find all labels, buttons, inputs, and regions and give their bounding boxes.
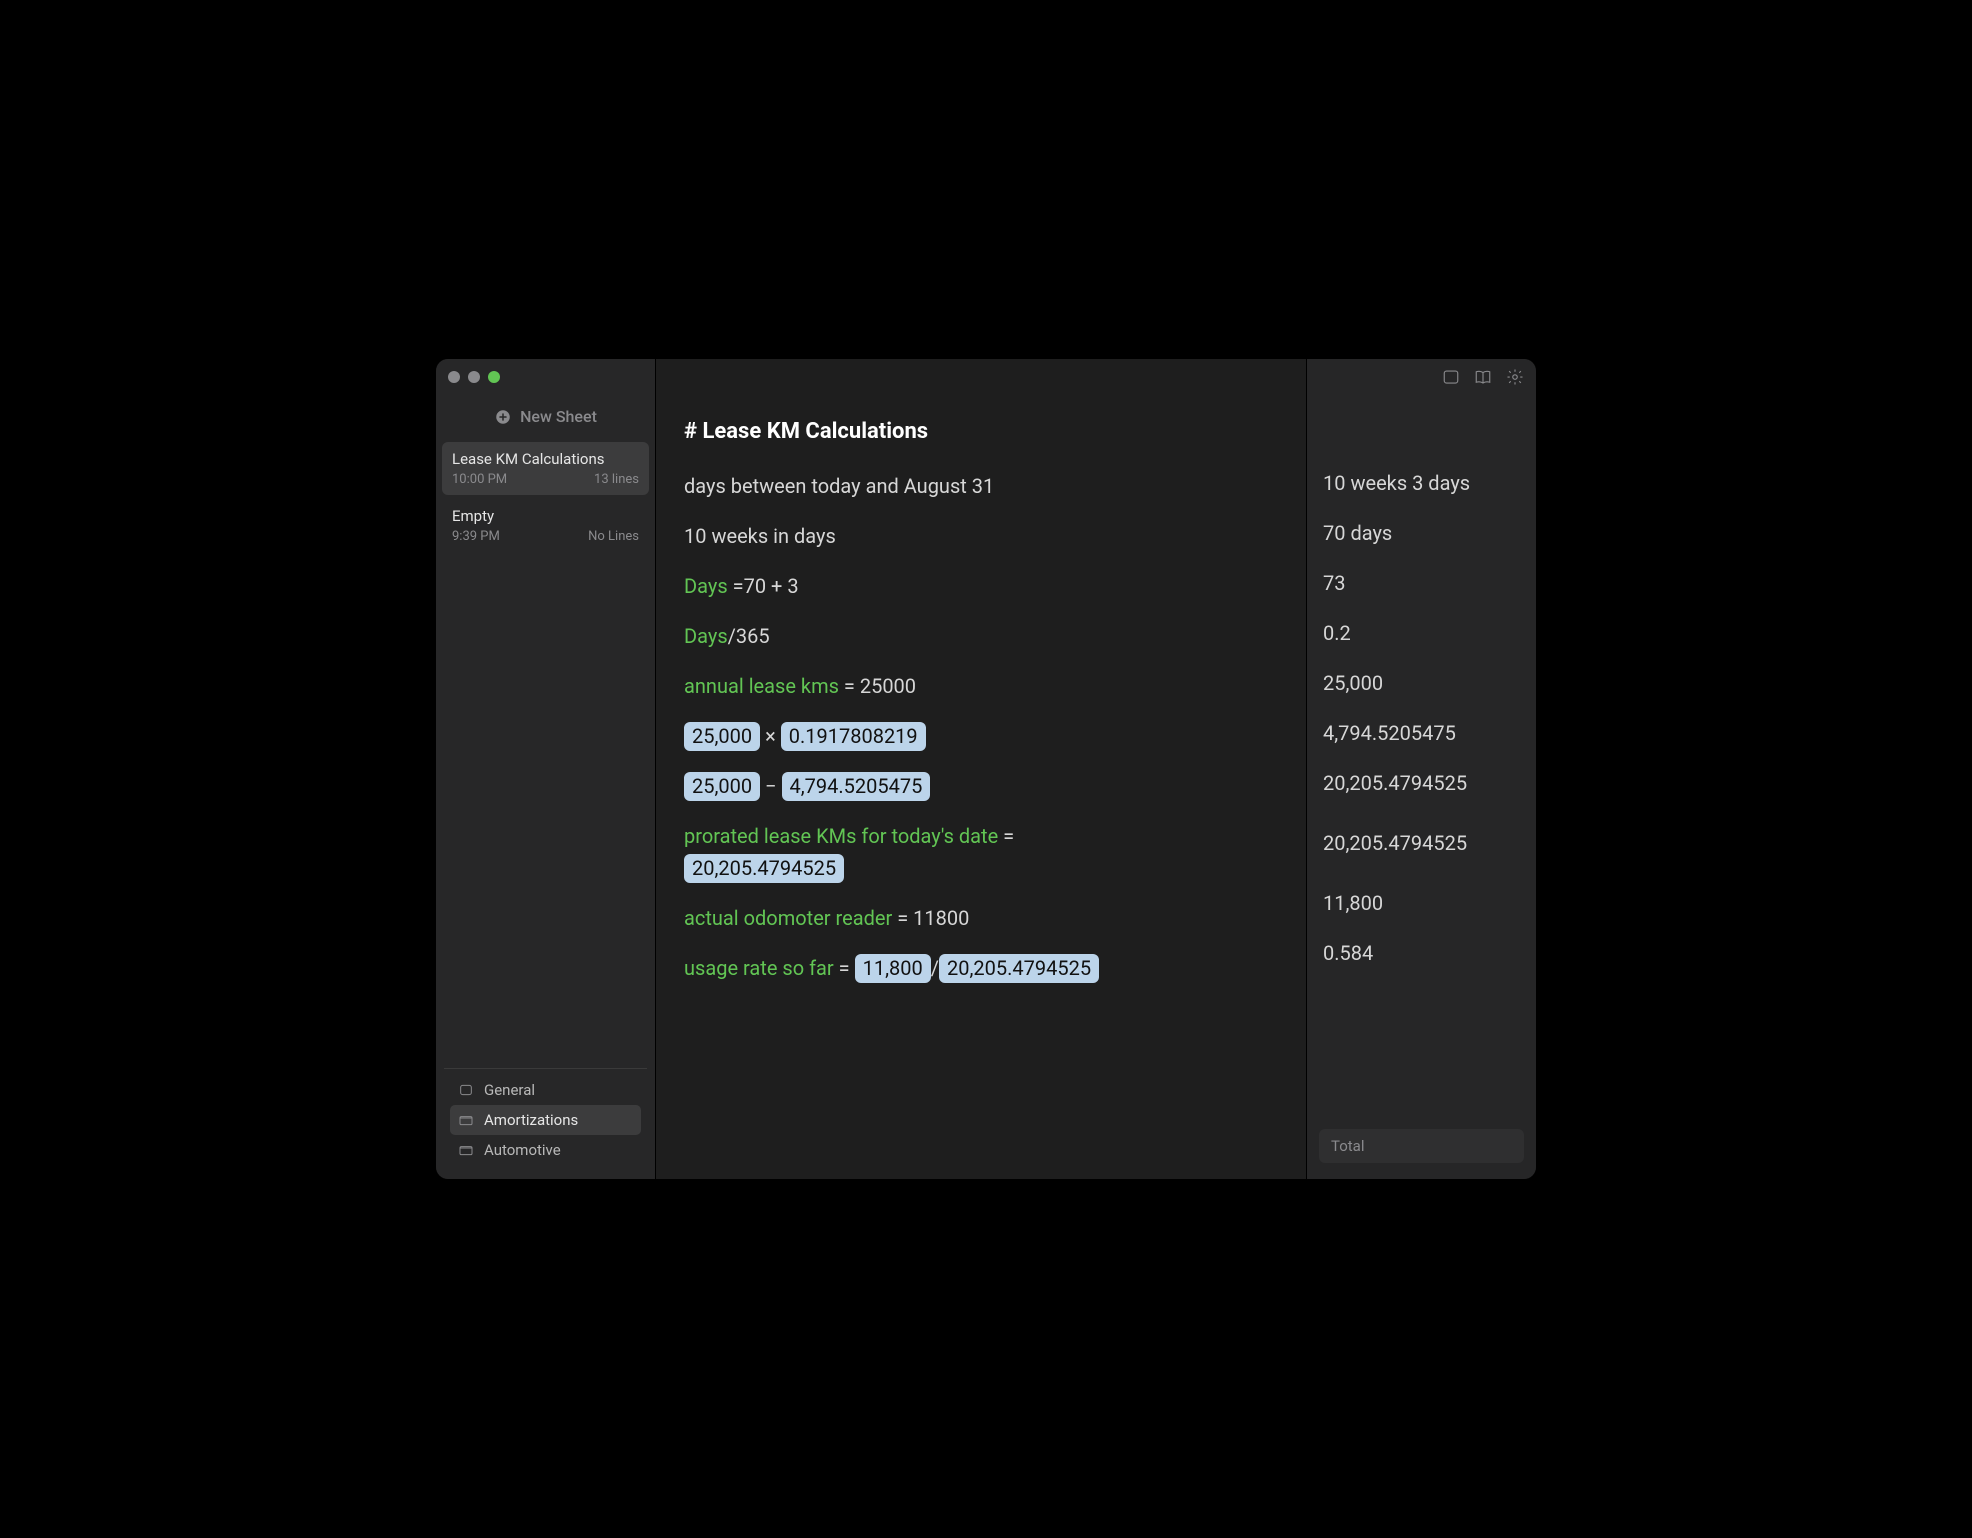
editor-line[interactable]: prorated lease KMs for today's date = 20… bbox=[684, 820, 1278, 884]
document-heading: # Lease KM Calculations bbox=[684, 419, 1278, 444]
operator-token: × bbox=[760, 724, 781, 748]
text-token: = 11800 bbox=[892, 906, 969, 930]
editor-line[interactable]: Days/365 bbox=[684, 620, 1278, 652]
value-token: 4,794.5205475 bbox=[782, 772, 931, 801]
sheet-list: Lease KM Calculations 10:00 PM 13 lines Emp… bbox=[436, 442, 655, 556]
new-sheet-button[interactable]: New Sheet bbox=[436, 399, 655, 442]
minimize-window-button[interactable] bbox=[468, 371, 480, 383]
variable-token: usage rate so far bbox=[684, 956, 834, 980]
editor-line[interactable]: Days =70 + 3 bbox=[684, 570, 1278, 602]
text-token: 10 weeks in days bbox=[684, 524, 836, 548]
result-value[interactable]: 73 bbox=[1323, 567, 1520, 599]
result-value[interactable]: 10 weeks 3 days bbox=[1323, 467, 1520, 499]
editor-line[interactable]: usage rate so far = 11,800/20,205.479452… bbox=[684, 952, 1278, 984]
editor-line[interactable]: 25,000 × 0.1917808219 bbox=[684, 720, 1278, 752]
sheet-lines: 13 lines bbox=[594, 472, 639, 487]
traffic-lights bbox=[448, 371, 500, 383]
variable-token: prorated lease KMs for today's date bbox=[684, 824, 998, 848]
result-value[interactable]: 25,000 bbox=[1323, 667, 1520, 699]
titlebar bbox=[436, 359, 1536, 395]
folder-item[interactable]: Amortizations bbox=[450, 1105, 641, 1135]
text-token: /365 bbox=[728, 624, 770, 648]
sheet-time: 9:39 PM bbox=[452, 529, 500, 544]
text-token: days between today and August 31 bbox=[684, 474, 994, 498]
sheet-title: Empty bbox=[452, 507, 639, 525]
result-value[interactable]: 20,205.4794525 bbox=[1323, 767, 1520, 799]
result-value[interactable]: 70 days bbox=[1323, 517, 1520, 549]
editor-line[interactable]: days between today and August 31 bbox=[684, 470, 1278, 502]
sheet-time: 10:00 PM bbox=[452, 472, 507, 487]
text-token: = bbox=[834, 956, 855, 980]
result-value[interactable]: 11,800 bbox=[1323, 887, 1520, 919]
sheet-item[interactable]: Empty 9:39 PM No Lines bbox=[442, 499, 649, 552]
editor-line[interactable]: actual odomoter reader = 11800 bbox=[684, 902, 1278, 934]
sheet-lines: No Lines bbox=[588, 529, 639, 544]
folder-item[interactable]: Automotive bbox=[450, 1135, 641, 1165]
editor-line[interactable]: 10 weeks in days bbox=[684, 520, 1278, 552]
operator-token: − bbox=[760, 774, 781, 798]
result-value[interactable]: 0.2 bbox=[1323, 617, 1520, 649]
variable-token: Days bbox=[684, 574, 733, 598]
sidebar: New Sheet Lease KM Calculations 10:00 PM 1… bbox=[436, 359, 656, 1179]
text-token: = bbox=[998, 824, 1014, 848]
result-value[interactable]: 0.584 bbox=[1323, 937, 1520, 969]
folder-label: Automotive bbox=[484, 1141, 561, 1159]
editor-line[interactable]: annual lease kms = 25000 bbox=[684, 670, 1278, 702]
value-token: 25,000 bbox=[684, 722, 760, 751]
value-token: 0.1917808219 bbox=[781, 722, 926, 751]
sheet-title: Lease KM Calculations bbox=[452, 450, 639, 468]
editor-line[interactable]: 25,000 − 4,794.5205475 bbox=[684, 770, 1278, 802]
folder-icon bbox=[458, 1082, 474, 1098]
new-sheet-label: New Sheet bbox=[520, 407, 597, 426]
folder-label: General bbox=[484, 1081, 535, 1099]
value-token: 11,800 bbox=[855, 954, 931, 983]
total-label: Total bbox=[1331, 1137, 1365, 1155]
editor-pane[interactable]: # Lease KM Calculations days between tod… bbox=[656, 359, 1306, 1179]
folder-icon bbox=[458, 1142, 474, 1158]
value-token: 25,000 bbox=[684, 772, 760, 801]
total-box[interactable]: Total bbox=[1319, 1129, 1524, 1163]
folder-item[interactable]: General bbox=[450, 1075, 641, 1105]
app-window: New Sheet Lease KM Calculations 10:00 PM 1… bbox=[436, 359, 1536, 1179]
book-icon[interactable] bbox=[1474, 368, 1492, 386]
result-value[interactable]: 4,794.5205475 bbox=[1323, 717, 1520, 749]
variable-token: actual odomoter reader bbox=[684, 906, 892, 930]
folder-list: General Amortizations Automotive bbox=[444, 1068, 647, 1171]
gear-icon[interactable] bbox=[1506, 368, 1524, 386]
value-token: 20,205.4794525 bbox=[684, 854, 844, 883]
operator-token: / bbox=[931, 956, 939, 980]
results-pane: 10 weeks 3 days 70 days 73 0.2 25,000 4,794.5… bbox=[1306, 359, 1536, 1179]
close-window-button[interactable] bbox=[448, 371, 460, 383]
result-value[interactable]: 20,205.4794525 bbox=[1323, 817, 1520, 869]
sheet-item[interactable]: Lease KM Calculations 10:00 PM 13 lines bbox=[442, 442, 649, 495]
variable-token: annual lease kms bbox=[684, 674, 839, 698]
zoom-window-button[interactable] bbox=[488, 371, 500, 383]
text-token: = 25000 bbox=[839, 674, 916, 698]
variable-token: Days bbox=[684, 624, 728, 648]
folder-label: Amortizations bbox=[484, 1111, 578, 1129]
panel-icon[interactable] bbox=[1442, 368, 1460, 386]
text-token: =70 + 3 bbox=[733, 574, 799, 598]
plus-icon bbox=[494, 408, 512, 426]
value-token: 20,205.4794525 bbox=[939, 954, 1099, 983]
folder-icon bbox=[458, 1112, 474, 1128]
